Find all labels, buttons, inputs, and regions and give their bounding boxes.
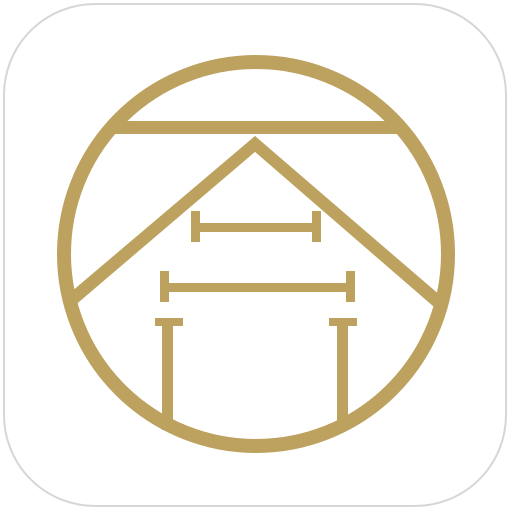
gold-gate-emblem-icon [57,55,455,453]
emblem-upper-bar [196,223,316,232]
emblem-lower-bar [165,283,350,292]
emblem-top-beam [80,121,440,134]
